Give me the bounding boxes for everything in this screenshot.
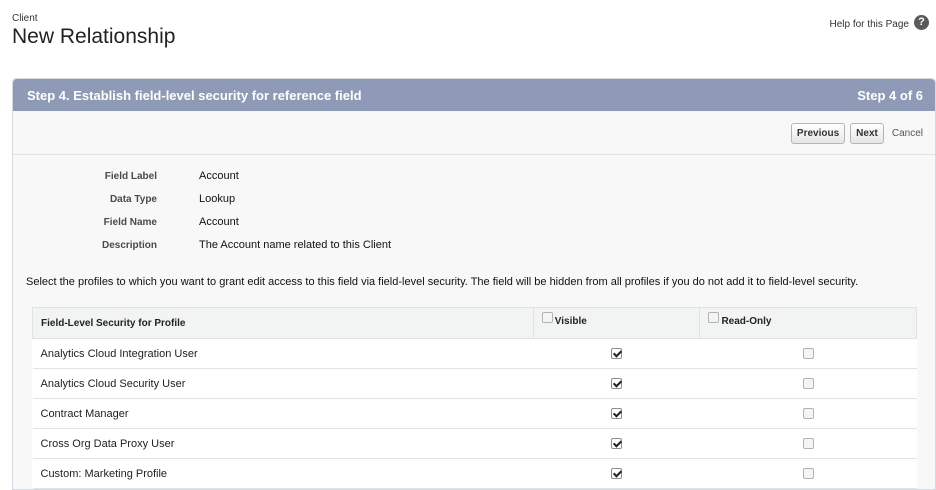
profile-name: Analytics Cloud Security User	[32, 368, 534, 399]
visible-checkbox[interactable]	[611, 438, 623, 450]
select-all-read-only-checkbox[interactable]	[708, 312, 720, 323]
read-only-checkbox[interactable]	[802, 408, 814, 420]
visible-column-label: Visible	[554, 316, 587, 327]
section-separator	[13, 154, 935, 155]
read-only-checkbox[interactable]	[802, 438, 814, 450]
table-row: Custom: Marketing Profile	[32, 458, 917, 489]
detail-label: Data Type	[109, 194, 157, 205]
profile-name: Contract Manager	[32, 398, 534, 429]
detail-value: Account	[199, 170, 239, 182]
previous-button[interactable]: Previous	[790, 123, 846, 144]
detail-row-description: Description The Account name related to …	[13, 238, 913, 256]
table-row: Contract Manager	[32, 398, 917, 429]
profile-name: Custom: Marketing Profile	[32, 458, 534, 489]
read-only-column-header: Read-Only	[699, 307, 917, 339]
visible-column-header: Visible	[532, 307, 701, 339]
detail-value: Lookup	[199, 193, 236, 205]
profile-name: Cross Org Data Proxy User	[32, 428, 534, 459]
pre-title: Client	[12, 13, 38, 24]
detail-row-data-type: Data Type Lookup	[13, 192, 913, 210]
step-card: Step 4. Establish field-level security f…	[12, 78, 936, 490]
read-only-checkbox[interactable]	[802, 348, 814, 360]
table-row: Analytics Cloud Security User	[32, 368, 917, 399]
step-counter: Step 4 of 6	[857, 87, 923, 103]
next-button[interactable]: Next	[850, 123, 884, 144]
fls-table: Field-Level Security for Profile Visible…	[32, 307, 917, 489]
help-icon[interactable]: ?	[914, 15, 929, 30]
read-only-checkbox[interactable]	[802, 378, 814, 390]
profile-column-header: Field-Level Security for Profile	[32, 307, 534, 339]
detail-label: Field Name	[103, 217, 157, 228]
detail-row-field-label: Field Label Account	[13, 169, 913, 187]
step-title: Step 4. Establish field-level security f…	[27, 87, 362, 103]
help-link[interactable]: Help for this Page	[830, 19, 910, 30]
read-only-checkbox[interactable]	[802, 468, 814, 480]
instructions-text: Select the profiles to which you want to…	[26, 276, 859, 288]
detail-label: Field Label	[104, 171, 157, 182]
profile-name: Analytics Cloud Integration User	[32, 338, 534, 369]
visible-checkbox[interactable]	[611, 468, 623, 480]
detail-label: Description	[101, 240, 157, 251]
detail-value: The Account name related to this Client	[199, 239, 391, 251]
visible-checkbox[interactable]	[611, 348, 623, 360]
table-header-row: Field-Level Security for Profile Visible…	[32, 307, 917, 339]
visible-checkbox[interactable]	[611, 378, 623, 390]
detail-value: Account	[199, 216, 239, 228]
wizard-buttons: Previous Next Cancel	[790, 123, 923, 144]
step-header: Step 4. Establish field-level security f…	[13, 79, 935, 111]
visible-checkbox[interactable]	[611, 408, 623, 420]
profile-column-label: Field-Level Security for Profile	[41, 317, 186, 329]
detail-row-field-name: Field Name Account	[13, 215, 913, 233]
table-row: Analytics Cloud Integration User	[32, 338, 917, 369]
select-all-visible-checkbox[interactable]	[541, 312, 553, 323]
cancel-link[interactable]: Cancel	[892, 128, 923, 139]
page-title: New Relationship	[12, 25, 176, 48]
table-row: Cross Org Data Proxy User	[32, 428, 917, 459]
read-only-column-label: Read-Only	[721, 316, 772, 327]
